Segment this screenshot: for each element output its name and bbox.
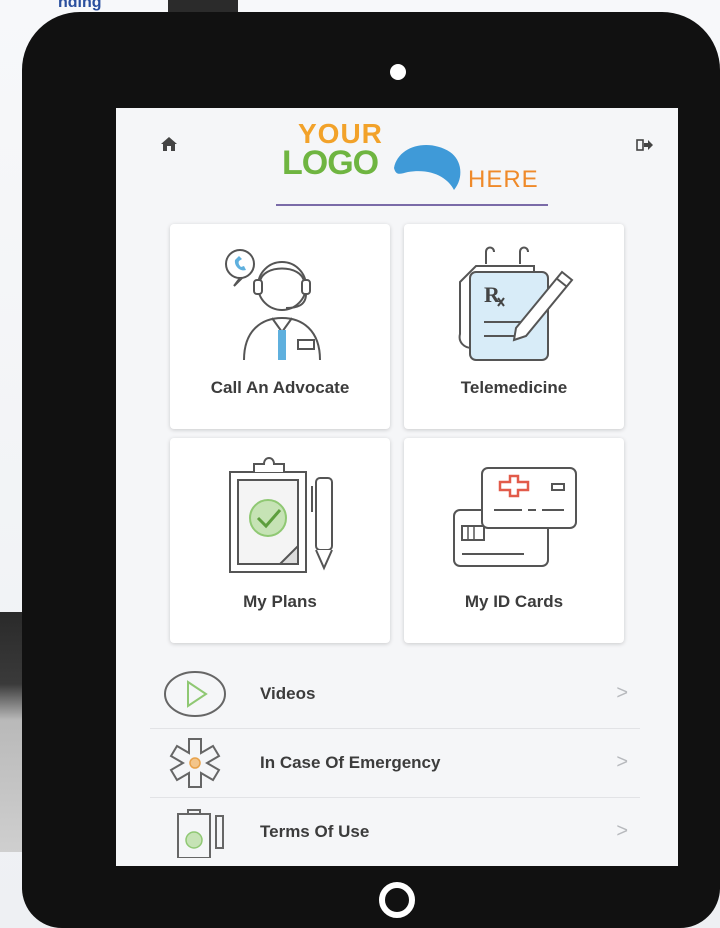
menu-label: In Case Of Emergency [260,753,441,772]
medical-star-icon [169,738,221,788]
menu-list: Videos > In Case Of Emergency > Terms Of… [150,660,640,866]
tile-label: Telemedicine [460,378,568,397]
tile-my-id-cards[interactable]: My ID Cards [404,438,624,643]
play-icon [164,671,226,717]
stage: nding YOUR LOGO HERE Call An Advocate R … [0,0,720,928]
tile-label: My Plans [243,592,317,611]
tile-my-plans[interactable]: My Plans [170,438,390,643]
camera-icon [390,64,406,80]
tile-label: My ID Cards [464,592,564,611]
tablet-frame: YOUR LOGO HERE Call An Advocate R Teleme… [22,12,720,928]
chevron-right-icon: > [616,751,628,773]
clipboard-icon [177,809,224,858]
tile-telemedicine[interactable]: R Telemedicine [404,224,624,429]
menu-label: Terms Of Use [260,822,370,841]
background-block [168,0,238,12]
menu-item-videos[interactable]: Videos > [150,660,640,729]
tile-call-an-advocate[interactable]: Call An Advocate [170,224,390,429]
app-screen: YOUR LOGO HERE Call An Advocate R Teleme… [116,108,678,866]
background-text: nding [58,0,102,11]
clipboard-check-icon [229,457,333,573]
app-header: YOUR LOGO HERE [136,108,658,220]
menu-label: Videos [260,684,316,703]
id-cards-icon [453,467,577,567]
prescription-pad-icon: R [458,246,574,361]
chevron-right-icon: > [616,682,628,704]
logo-text-here: HERE [468,166,539,193]
menu-item-in-case-of-emergency[interactable]: In Case Of Emergency > [150,729,640,798]
logo-text-logo: LOGO [282,144,379,182]
menu-item-terms-of-use[interactable]: Terms Of Use > [150,798,640,866]
logo-underline [276,204,548,206]
logout-icon[interactable] [636,138,654,152]
tablet-home-button[interactable] [379,882,415,918]
tile-label: Call An Advocate [210,378,350,397]
svg-text:R: R [484,282,501,307]
advocate-headset-icon [225,249,321,361]
home-icon[interactable] [160,136,178,152]
company-logo: YOUR LOGO HERE [262,116,548,208]
chevron-right-icon: > [616,820,628,842]
logo-swoosh-icon [394,145,461,190]
